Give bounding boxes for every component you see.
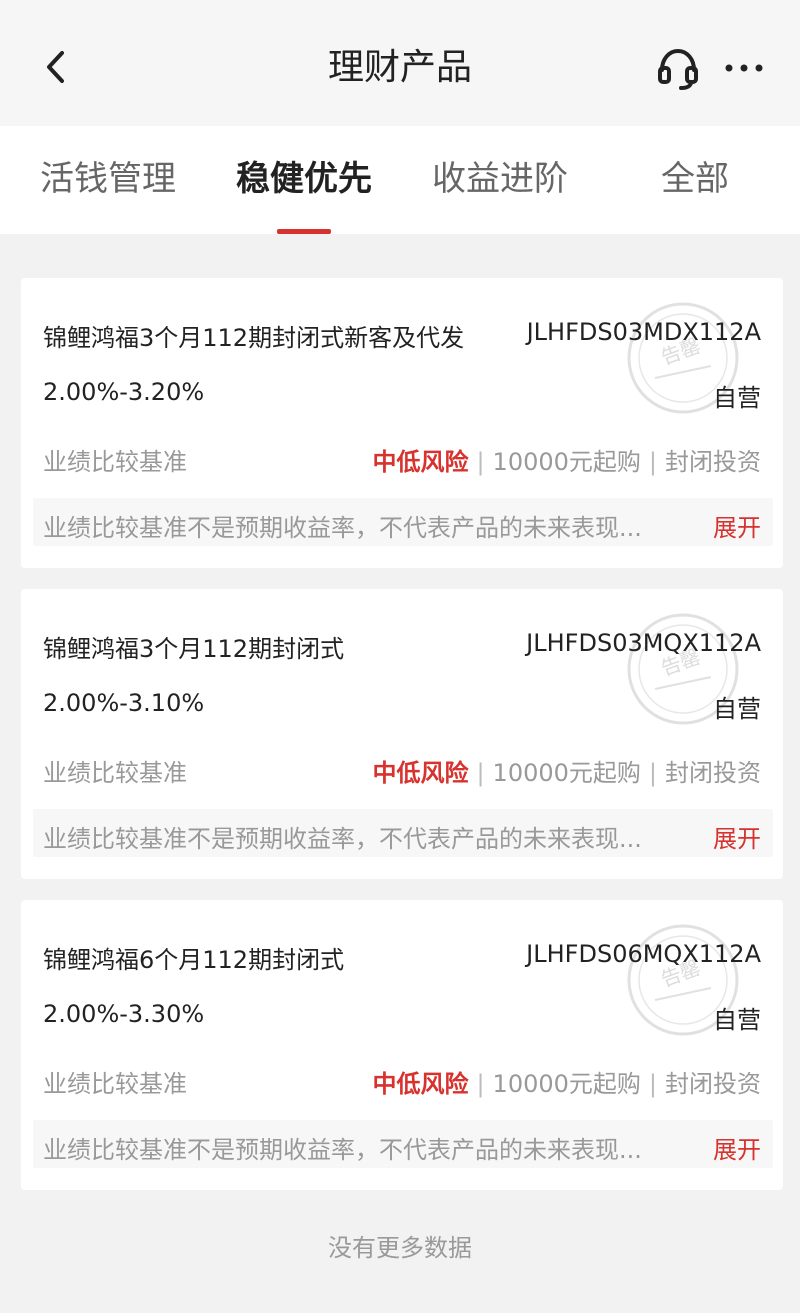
min-purchase: 10000元起购 [492, 1070, 641, 1098]
disclaimer-bar: 业绩比较基准不是预期收益率，不代表产品的未来表现... 展开 [33, 498, 773, 546]
benchmark-label: 业绩比较基准 [43, 1070, 187, 1098]
product-code: JLHFDS03MDX112A [526, 318, 761, 346]
tag-divider: | [476, 759, 485, 787]
risk-level: 中低风险 [372, 448, 469, 476]
active-tab-indicator [277, 229, 331, 234]
product-name: 锦鲤鸿福6个月112期封闭式 [43, 946, 345, 974]
self-run-badge: 自营 [713, 1006, 761, 1034]
self-run-badge: 自营 [713, 384, 761, 412]
tab-steady-first[interactable]: 稳健优先 [236, 126, 372, 234]
back-button[interactable] [30, 42, 80, 92]
more-button[interactable] [716, 46, 772, 90]
risk-level: 中低风险 [372, 1070, 469, 1098]
tab-advanced-yield[interactable]: 收益进阶 [432, 126, 568, 234]
investment-type: 封闭投资 [665, 1070, 761, 1098]
self-run-badge: 自营 [713, 695, 761, 723]
category-tabs: 活钱管理 稳健优先 收益进阶 全部 [0, 126, 800, 234]
chevron-left-icon [47, 51, 64, 83]
investment-type: 封闭投资 [665, 448, 761, 476]
benchmark-rate: 2.00%-3.10% [43, 689, 205, 717]
investment-type: 封闭投资 [665, 759, 761, 787]
min-purchase: 10000元起购 [492, 759, 641, 787]
tag-divider: | [476, 1070, 485, 1098]
nav-bar: 理财产品 [0, 0, 800, 126]
product-name: 锦鲤鸿福3个月112期封闭式 [43, 635, 345, 663]
product-code: JLHFDS06MQX112A [526, 940, 761, 968]
more-horizontal-icon [725, 64, 763, 72]
benchmark-label: 业绩比较基准 [43, 759, 187, 787]
tag-divider: | [648, 448, 657, 476]
product-name: 锦鲤鸿福3个月112期封闭式新客及代发 [43, 324, 465, 352]
product-tags: 中低风险 | 10000元起购 | 封闭投资 [372, 1064, 761, 1099]
benchmark-rate: 2.00%-3.20% [43, 378, 205, 406]
tab-all[interactable]: 全部 [661, 126, 729, 234]
product-card[interactable]: 告罄 锦鲤鸿福3个月112期封闭式新客及代发 JLHFDS03MDX112A 2… [21, 278, 783, 568]
product-card[interactable]: 告罄 锦鲤鸿福3个月112期封闭式 JLHFDS03MQX112A 2.00%-… [21, 589, 783, 879]
product-tags: 中低风险 | 10000元起购 | 封闭投资 [372, 442, 761, 477]
tab-liquid-money[interactable]: 活钱管理 [40, 126, 176, 234]
disclaimer-bar: 业绩比较基准不是预期收益率，不代表产品的未来表现... 展开 [33, 809, 773, 857]
disclaimer-text: 业绩比较基准不是预期收益率，不代表产品的未来表现... [43, 1136, 642, 1164]
benchmark-rate: 2.00%-3.30% [43, 1000, 205, 1028]
no-more-data-text: 没有更多数据 [328, 1234, 472, 1262]
tag-divider: | [476, 448, 485, 476]
min-purchase: 10000元起购 [492, 448, 641, 476]
expand-link[interactable]: 展开 [713, 508, 761, 543]
disclaimer-bar: 业绩比较基准不是预期收益率，不代表产品的未来表现... 展开 [33, 1120, 773, 1168]
product-tags: 中低风险 | 10000元起购 | 封闭投资 [372, 753, 761, 788]
tag-divider: | [648, 1070, 657, 1098]
tag-divider: | [648, 759, 657, 787]
product-card[interactable]: 告罄 锦鲤鸿福6个月112期封闭式 JLHFDS06MQX112A 2.00%-… [21, 900, 783, 1190]
product-code: JLHFDS03MQX112A [526, 629, 761, 657]
benchmark-label: 业绩比较基准 [43, 448, 187, 476]
expand-link[interactable]: 展开 [713, 819, 761, 854]
expand-link[interactable]: 展开 [713, 1130, 761, 1165]
headset-icon [658, 48, 698, 90]
disclaimer-text: 业绩比较基准不是预期收益率，不代表产品的未来表现... [43, 825, 642, 853]
customer-service-button[interactable] [650, 42, 706, 94]
risk-level: 中低风险 [372, 759, 469, 787]
disclaimer-text: 业绩比较基准不是预期收益率，不代表产品的未来表现... [43, 514, 642, 542]
